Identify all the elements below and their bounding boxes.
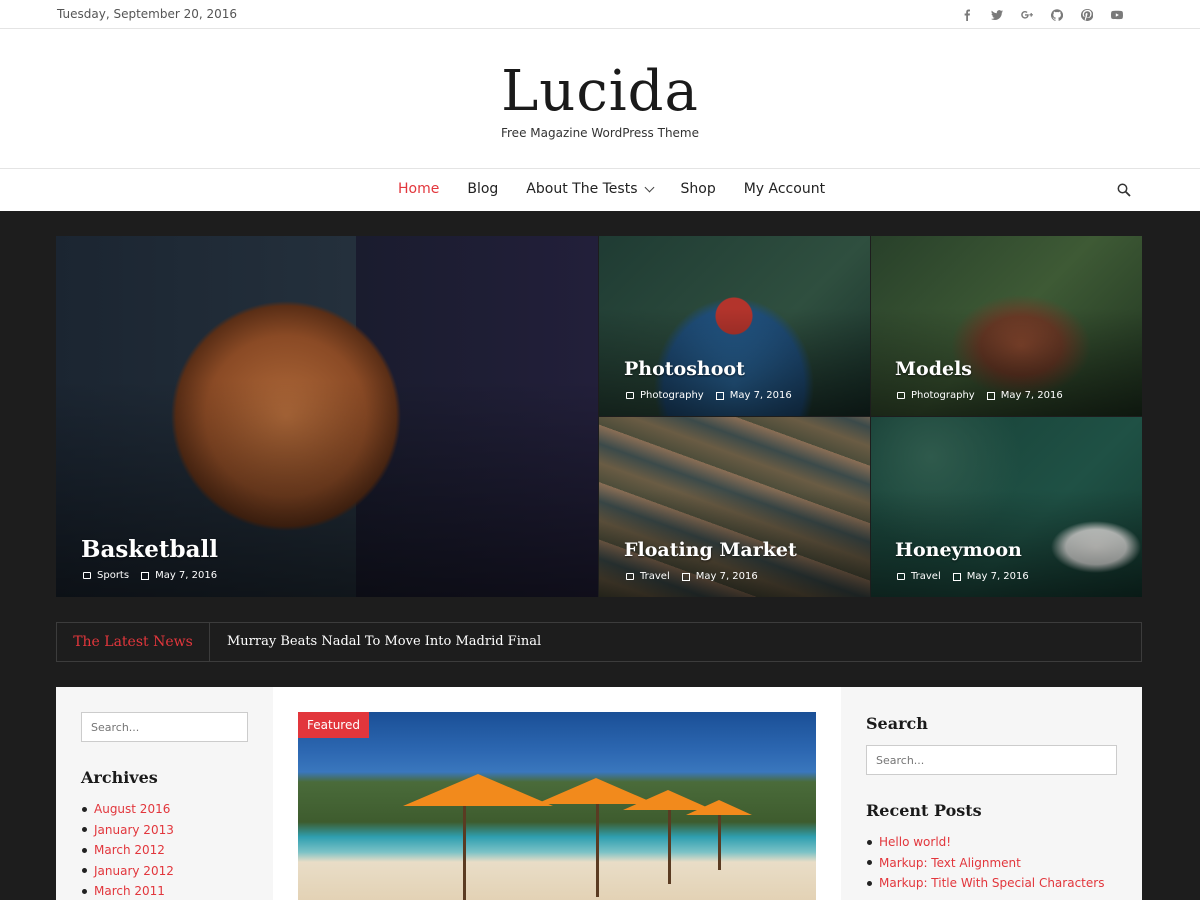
- post-category[interactable]: Photography: [640, 390, 704, 401]
- post-category[interactable]: Photography: [911, 390, 975, 401]
- search-widget-title: Search: [866, 714, 928, 733]
- facebook-icon[interactable]: [952, 6, 982, 23]
- recent-posts-title: Recent Posts: [866, 801, 982, 820]
- recent-posts-list: Hello world! Markup: Text Alignment Mark…: [867, 832, 1104, 894]
- twitter-icon[interactable]: [982, 6, 1012, 23]
- umbrella-graphic: [686, 800, 752, 815]
- post-date[interactable]: May 7, 2016: [967, 571, 1029, 582]
- search-icon[interactable]: [1117, 183, 1131, 197]
- search-input[interactable]: [81, 712, 248, 742]
- site-tagline: Free Magazine WordPress Theme: [500, 126, 700, 140]
- left-sidebar: Archives August 2016 January 2013 March …: [56, 687, 273, 900]
- github-icon[interactable]: [1042, 6, 1072, 23]
- list-item[interactable]: Hello world!: [867, 832, 1104, 853]
- post-meta: Travel May 7, 2016: [626, 571, 758, 582]
- site-title[interactable]: Lucida: [0, 57, 1200, 127]
- calendar-icon: [141, 571, 150, 580]
- post-title[interactable]: Honeymoon: [895, 539, 1022, 561]
- post-category[interactable]: Travel: [640, 571, 670, 582]
- nav-item-label: About The Tests: [526, 181, 638, 197]
- sidebar-search-input[interactable]: [866, 745, 1117, 775]
- archives-title: Archives: [81, 768, 158, 787]
- list-item[interactable]: March 2011: [82, 881, 174, 900]
- nav-item-shop[interactable]: Shop: [681, 181, 716, 197]
- featured-post[interactable]: Models Photography May 7, 2016: [871, 236, 1142, 416]
- right-sidebar: Search Recent Posts Hello world! Markup:…: [841, 687, 1142, 900]
- umbrella-graphic: [403, 774, 553, 806]
- top-bar: Tuesday, September 20, 2016: [0, 0, 1200, 29]
- post-category[interactable]: Sports: [97, 570, 129, 581]
- folder-icon: [897, 573, 905, 580]
- featured-post[interactable]: Floating Market Travel May 7, 2016: [599, 417, 870, 597]
- folder-icon: [626, 573, 634, 580]
- site-branding: Lucida Free Magazine WordPress Theme: [0, 29, 1200, 169]
- featured-post[interactable]: Honeymoon Travel May 7, 2016: [871, 417, 1142, 597]
- post-meta: Sports May 7, 2016: [83, 570, 217, 581]
- featured-post[interactable]: Photoshoot Photography May 7, 2016: [599, 236, 870, 416]
- post-date[interactable]: May 7, 2016: [730, 390, 792, 401]
- main-menu: Home Blog About The Tests Shop My Accoun…: [398, 181, 853, 197]
- list-item[interactable]: Markup: Title With Special Characters: [867, 873, 1104, 894]
- social-links: [952, 6, 1132, 23]
- nav-item-home[interactable]: Home: [398, 181, 439, 197]
- list-item[interactable]: January 2012: [82, 861, 174, 882]
- calendar-icon: [681, 572, 690, 581]
- main-navigation: Home Blog About The Tests Shop My Accoun…: [0, 169, 1200, 211]
- nav-item-blog[interactable]: Blog: [467, 181, 498, 197]
- post-meta: Travel May 7, 2016: [897, 571, 1029, 582]
- post-date[interactable]: May 7, 2016: [696, 571, 758, 582]
- latest-news-label: The Latest News: [57, 623, 210, 661]
- post-title[interactable]: Floating Market: [624, 539, 797, 561]
- latest-news-headline[interactable]: Murray Beats Nadal To Move Into Madrid F…: [227, 634, 541, 649]
- featured-badge: Featured: [298, 712, 369, 738]
- calendar-icon: [715, 391, 724, 400]
- post-date[interactable]: May 7, 2016: [155, 570, 217, 581]
- nav-item-about-the-tests[interactable]: About The Tests: [526, 181, 654, 197]
- current-date: Tuesday, September 20, 2016: [57, 7, 238, 21]
- list-item[interactable]: Markup: Text Alignment: [867, 853, 1104, 874]
- calendar-icon: [986, 391, 995, 400]
- featured-post-large[interactable]: Basketball Sports May 7, 2016: [56, 236, 598, 597]
- post-meta: Photography May 7, 2016: [626, 390, 792, 401]
- list-item[interactable]: August 2016: [82, 799, 174, 820]
- post-title[interactable]: Basketball: [81, 536, 218, 563]
- post-category[interactable]: Travel: [911, 571, 941, 582]
- list-item[interactable]: January 2013: [82, 820, 174, 841]
- post-meta: Photography May 7, 2016: [897, 390, 1063, 401]
- latest-news-ticker: The Latest News Murray Beats Nadal To Mo…: [56, 622, 1142, 662]
- nav-item-my-account[interactable]: My Account: [744, 181, 825, 197]
- list-item[interactable]: March 2012: [82, 840, 174, 861]
- archives-list: August 2016 January 2013 March 2012 Janu…: [82, 799, 174, 900]
- post-title[interactable]: Models: [895, 358, 972, 380]
- content-area: Archives August 2016 January 2013 March …: [56, 687, 1142, 900]
- youtube-icon[interactable]: [1102, 6, 1132, 23]
- featured-post-image[interactable]: Featured: [298, 712, 816, 900]
- folder-icon: [83, 572, 91, 579]
- post-title[interactable]: Photoshoot: [624, 358, 745, 380]
- folder-icon: [626, 392, 634, 399]
- chevron-down-icon: [644, 182, 654, 192]
- post-date[interactable]: May 7, 2016: [1001, 390, 1063, 401]
- calendar-icon: [952, 572, 961, 581]
- google-plus-icon[interactable]: [1012, 6, 1042, 23]
- pinterest-icon[interactable]: [1072, 6, 1102, 23]
- folder-icon: [897, 392, 905, 399]
